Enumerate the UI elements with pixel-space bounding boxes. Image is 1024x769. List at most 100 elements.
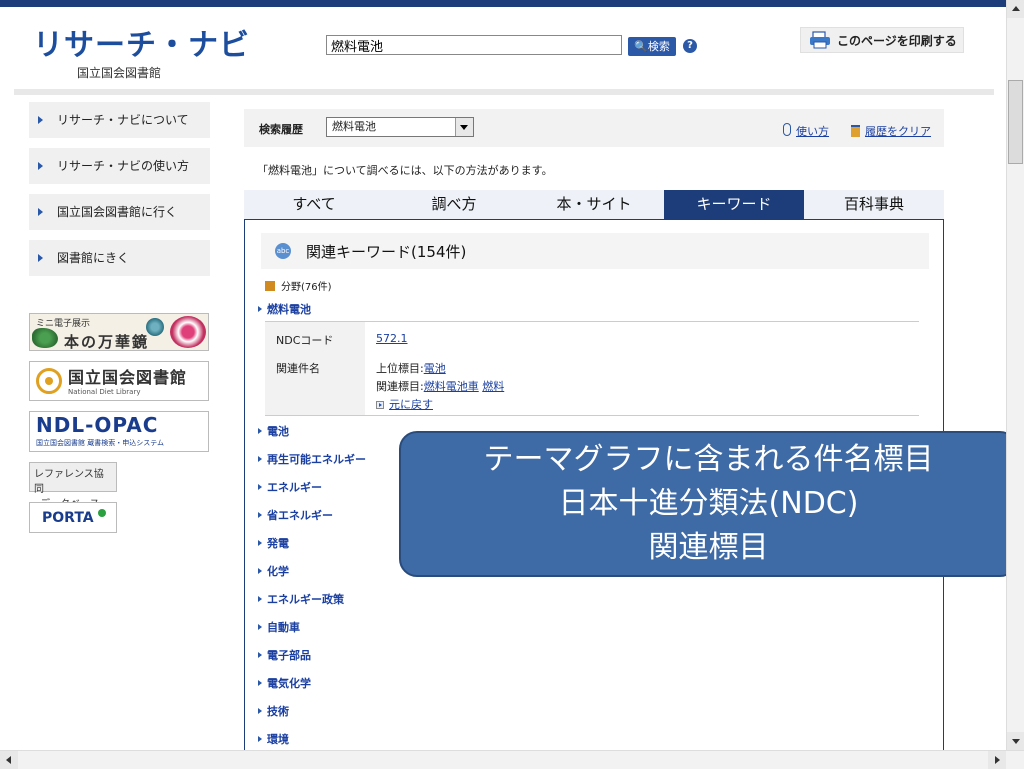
globe-ornament-icon xyxy=(146,318,164,336)
sidebar-item-usage[interactable]: リサーチ・ナビの使い方 xyxy=(29,148,210,184)
sidebar-item-about[interactable]: リサーチ・ナビについて xyxy=(29,102,210,138)
sidebar-item-ask-library[interactable]: 図書館にきく xyxy=(29,240,210,276)
history-select[interactable]: 燃料電池 xyxy=(326,117,474,137)
callout-line-2: 日本十進分類法(NDC) xyxy=(558,486,859,521)
keyword-detail-table: NDCコード 572.1 関連件名 上位標目:電池 関連標目:燃料電池車 燃料 … xyxy=(265,321,919,416)
keyword-label: 環境 xyxy=(267,733,289,746)
history-label: 検索履歴 xyxy=(259,123,303,136)
keyword-label: 自動車 xyxy=(267,621,300,634)
howto-link[interactable]: 使い方 xyxy=(796,125,829,138)
horizontal-scrollbar[interactable] xyxy=(0,750,1024,769)
list-item[interactable]: 電池 xyxy=(258,423,289,439)
related-heading-link-2[interactable]: 燃料 xyxy=(482,380,504,393)
annotation-callout: テーマグラフに含まれる件名標目 日本十進分類法(NDC) 関連標目 xyxy=(399,431,1018,577)
back-link-row: 元に戻す xyxy=(376,396,433,412)
field-count-line: 分野(76件) xyxy=(265,278,332,293)
ndl-emblem-icon xyxy=(36,368,62,394)
tab-books-sites[interactable]: 本・サイト xyxy=(524,190,664,219)
tab-keyword[interactable]: キーワード xyxy=(664,190,804,219)
ndl-banner[interactable]: 国立国会図書館 National Diet Library xyxy=(29,361,209,401)
ndl-opac-banner[interactable]: NDL-OPAC 国立国会図書館 蔵書検索・申込システム xyxy=(29,411,209,452)
scroll-left-button[interactable] xyxy=(0,751,18,769)
porta-dot-icon xyxy=(98,509,106,517)
list-item[interactable]: 自動車 xyxy=(258,619,300,635)
reference-db-banner[interactable]: レファレンス協同 データベース xyxy=(29,462,117,510)
triangle-right-icon xyxy=(258,652,262,658)
search-button[interactable]: 🔍検索 xyxy=(628,37,676,56)
printer-icon xyxy=(810,31,830,49)
site-logo[interactable]: リサーチ・ナビ 国立国会図書館 xyxy=(33,20,250,81)
triangle-right-icon xyxy=(38,254,43,262)
top-accent-bar xyxy=(0,0,1006,7)
list-item[interactable]: 環境 xyxy=(258,731,289,747)
list-item[interactable]: 電気化学 xyxy=(258,675,311,691)
keyword-label: 技術 xyxy=(267,705,289,718)
clear-history-group: 履歴をクリア xyxy=(851,123,931,139)
scroll-right-button[interactable] xyxy=(988,751,1006,769)
tab-howto[interactable]: 調べ方 xyxy=(384,190,524,219)
list-item[interactable]: 技術 xyxy=(258,703,289,719)
related-subject-label: 関連件名 xyxy=(276,362,320,375)
list-item[interactable]: 再生可能エネルギー xyxy=(258,451,366,467)
search-history-bar: 検索履歴 燃料電池 使い方 履歴をクリア xyxy=(244,109,944,147)
keyword-label: 電気化学 xyxy=(267,677,311,690)
porta-banner[interactable]: PORTA xyxy=(29,502,117,533)
trash-icon xyxy=(851,125,860,137)
intro-text: 「燃料電池」について調べるには、以下の方法があります。 xyxy=(257,164,553,177)
scroll-thumb[interactable] xyxy=(1008,80,1023,164)
list-item[interactable]: 燃料電池 xyxy=(258,301,311,317)
chevron-right-icon xyxy=(995,756,1000,764)
upper-heading-prefix: 上位標目: xyxy=(376,362,424,375)
sidebar-item-label: 図書館にきく xyxy=(57,251,130,265)
back-link[interactable]: 元に戻す xyxy=(389,398,433,411)
ndc-code-link[interactable]: 572.1 xyxy=(376,332,408,345)
sidebar-item-label: リサーチ・ナビの使い方 xyxy=(57,159,190,173)
section-title: 関連キーワード(154件) xyxy=(306,243,467,261)
vertical-scrollbar[interactable] xyxy=(1006,0,1024,750)
print-page-button[interactable]: このページを印刷する xyxy=(800,27,964,53)
scroll-up-button[interactable] xyxy=(1007,0,1024,18)
ndc-code-value: 572.1 xyxy=(376,332,408,345)
list-item[interactable]: 電子部品 xyxy=(258,647,311,663)
chevron-left-icon xyxy=(6,756,11,764)
keyword-label: エネルギー xyxy=(267,481,322,494)
triangle-right-icon xyxy=(258,512,262,518)
print-label: このページを印刷する xyxy=(837,34,957,48)
keyword-label: 電子部品 xyxy=(267,649,311,662)
tab-encyclopedia[interactable]: 百科事典 xyxy=(804,190,944,219)
search-input[interactable] xyxy=(326,35,622,55)
logo-subtitle: 国立国会図書館 xyxy=(77,66,162,80)
sidebar-item-label: 国立国会図書館に行く xyxy=(57,205,178,219)
triangle-right-icon xyxy=(38,208,43,216)
chevron-down-icon xyxy=(1012,739,1020,744)
triangle-right-icon xyxy=(258,568,262,574)
list-item[interactable]: エネルギー xyxy=(258,479,322,495)
tab-all[interactable]: すべて xyxy=(244,190,384,219)
keyword-label: 燃料電池 xyxy=(267,303,311,316)
list-item[interactable]: エネルギー政策 xyxy=(258,591,344,607)
related-heading-link-1[interactable]: 燃料電池車 xyxy=(424,380,479,393)
help-icon[interactable]: ? xyxy=(683,39,697,53)
list-item[interactable]: 化学 xyxy=(258,563,289,579)
history-select-value: 燃料電池 xyxy=(332,120,376,133)
callout-line-1: テーマグラフに含まれる件名標目 xyxy=(483,442,934,477)
flower-ornament-icon xyxy=(170,316,206,348)
scroll-down-button[interactable] xyxy=(1007,732,1024,750)
ndc-code-label: NDCコード xyxy=(276,334,334,347)
result-tabs: すべて 調べ方 本・サイト キーワード 百科事典 xyxy=(244,190,944,219)
keyword-label: 電池 xyxy=(267,425,289,438)
related-heading-row: 関連標目:燃料電池車 燃料 xyxy=(376,378,504,394)
reference-db-line1: レファレンス協同 xyxy=(34,469,104,495)
chevron-up-icon xyxy=(1012,6,1020,11)
list-item[interactable]: 発電 xyxy=(258,535,289,551)
clear-history-link[interactable]: 履歴をクリア xyxy=(865,125,931,138)
keyword-label: 再生可能エネルギー xyxy=(267,453,366,466)
search-button-label: 検索 xyxy=(647,40,670,53)
opac-subtitle: 国立国会図書館 蔵書検索・申込システム xyxy=(36,439,165,447)
mini-exhibit-banner[interactable]: ミニ電子展示 本の万華鏡 xyxy=(29,313,209,351)
upper-heading-link[interactable]: 電池 xyxy=(424,362,446,375)
sidebar-item-visit-library[interactable]: 国立国会図書館に行く xyxy=(29,194,210,230)
list-item[interactable]: 省エネルギー xyxy=(258,507,333,523)
opac-title: NDL-OPAC xyxy=(36,413,159,437)
dropdown-arrow-icon[interactable] xyxy=(455,118,473,136)
